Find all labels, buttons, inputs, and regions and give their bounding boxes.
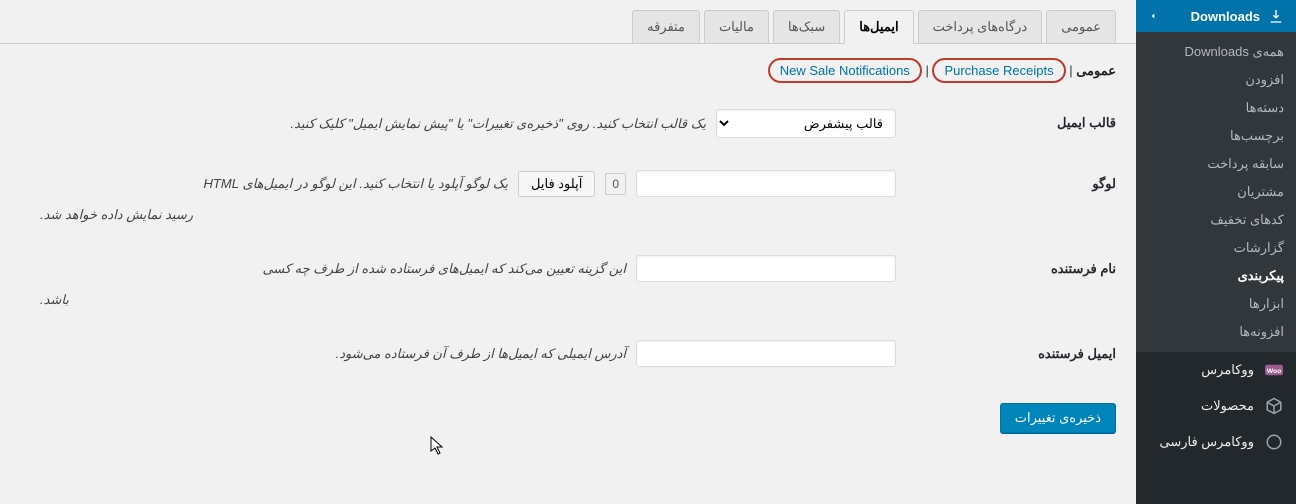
- submenu-extensions[interactable]: افزونه‌ها: [1136, 318, 1296, 346]
- from-name-desc-2: باشد.: [20, 292, 896, 308]
- main-content: عمومی درگاه‌های پرداخت ایمیل‌ها سبک‌ها م…: [0, 0, 1136, 504]
- save-row: ذخیره‌ی تغییرات: [0, 383, 1136, 453]
- chevron-left-icon[interactable]: [1148, 11, 1158, 21]
- tab-emails[interactable]: ایمیل‌ها: [844, 10, 913, 44]
- email-template-desc: یک قالب انتخاب کنید. روی "ذخیره‌ی تغییرا…: [290, 116, 706, 132]
- email-subsections: عمومی | Purchase Receipts | New Sale Not…: [0, 44, 1136, 93]
- tab-styles[interactable]: سبک‌ها: [773, 10, 840, 43]
- menu-label: ووکامرس فارسی: [1159, 434, 1254, 450]
- submenu-reports[interactable]: گزارشات: [1136, 234, 1296, 262]
- menu-products[interactable]: محصولات: [1136, 388, 1296, 424]
- submenu-add[interactable]: افزودن: [1136, 66, 1296, 94]
- email-template-select[interactable]: قالب پیشفرض: [716, 109, 896, 138]
- menu-label: ووکامرس: [1201, 362, 1254, 378]
- subsection-new-sale-notifications[interactable]: New Sale Notifications: [768, 58, 922, 83]
- from-email-desc: آدرس ایمیلی که ایمیل‌ها از طرف آن فرستاد…: [336, 346, 626, 362]
- label-from-email: ایمیل فرستنده: [916, 340, 1116, 362]
- sidebar-header-downloads[interactable]: Downloads: [1136, 0, 1296, 32]
- subsection-general: عمومی: [1076, 63, 1116, 78]
- label-from-name: نام فرستنده: [916, 255, 1116, 277]
- woo-icon: Woo: [1264, 360, 1284, 380]
- tab-misc[interactable]: متفرقه: [632, 10, 700, 43]
- menu-woo-persian[interactable]: ووکامرس فارسی: [1136, 424, 1296, 460]
- logo-desc-2: رسید نمایش داده خواهد شد.: [20, 207, 896, 223]
- submenu-tags[interactable]: برچسب‌ها: [1136, 122, 1296, 150]
- submenu-categories[interactable]: دسته‌ها: [1136, 94, 1296, 122]
- submenu-discount-codes[interactable]: کدهای تخفیف: [1136, 206, 1296, 234]
- logo-path-input[interactable]: [636, 170, 896, 197]
- label-logo: لوگو: [916, 170, 1116, 192]
- download-icon: [1268, 8, 1284, 24]
- tab-general[interactable]: عمومی: [1046, 10, 1116, 43]
- label-email-template: قالب ایمیل: [916, 109, 1116, 131]
- email-settings-form: قالب ایمیل قالب پیشفرض یک قالب انتخاب کن…: [0, 93, 1136, 383]
- submenu-tools[interactable]: ابزارها: [1136, 290, 1296, 318]
- svg-text:Woo: Woo: [1267, 368, 1282, 375]
- submenu-payment-history[interactable]: سابقه پرداخت: [1136, 150, 1296, 178]
- from-name-input[interactable]: [636, 255, 896, 282]
- menu-woocommerce[interactable]: Woo ووکامرس: [1136, 352, 1296, 388]
- sidebar-header-label: Downloads: [1191, 9, 1260, 24]
- row-logo: لوگو 0 آپلود فایل یک لوگو آپلود یا انتخا…: [20, 154, 1116, 239]
- subsection-purchase-receipts[interactable]: Purchase Receipts: [932, 58, 1065, 83]
- sidebar-submenu: همه‌ی Downloads افزودن دسته‌ها برچسب‌ها …: [1136, 32, 1296, 352]
- tab-taxes[interactable]: مالیات: [704, 10, 769, 43]
- submenu-all-downloads[interactable]: همه‌ی Downloads: [1136, 38, 1296, 66]
- logo-desc: یک لوگو آپلود یا انتخاب کنید. این لوگو د…: [204, 176, 508, 192]
- upload-file-button[interactable]: آپلود فایل: [518, 171, 595, 197]
- from-email-input[interactable]: [636, 340, 896, 367]
- row-from-name: نام فرستنده این گزینه تعیین می‌کند که ای…: [20, 239, 1116, 324]
- from-name-desc: این گزینه تعیین می‌کند که ایمیل‌های فرست…: [262, 261, 626, 277]
- row-from-email: ایمیل فرستنده آدرس ایمیلی که ایمیل‌ها از…: [20, 324, 1116, 383]
- tab-payment-gateways[interactable]: درگاه‌های پرداخت: [918, 10, 1043, 43]
- save-changes-button[interactable]: ذخیره‌ی تغییرات: [1000, 403, 1116, 433]
- settings-tabs: عمومی درگاه‌های پرداخت ایمیل‌ها سبک‌ها م…: [0, 0, 1136, 44]
- menu-label: محصولات: [1201, 398, 1254, 414]
- submenu-settings[interactable]: پیکربندی: [1136, 262, 1296, 290]
- admin-sidebar: Downloads همه‌ی Downloads افزودن دسته‌ها…: [1136, 0, 1296, 504]
- file-count-badge: 0: [605, 173, 626, 195]
- package-icon: [1264, 396, 1284, 416]
- woo-persian-icon: [1264, 432, 1284, 452]
- submenu-customers[interactable]: مشتریان: [1136, 178, 1296, 206]
- row-email-template: قالب ایمیل قالب پیشفرض یک قالب انتخاب کن…: [20, 93, 1116, 154]
